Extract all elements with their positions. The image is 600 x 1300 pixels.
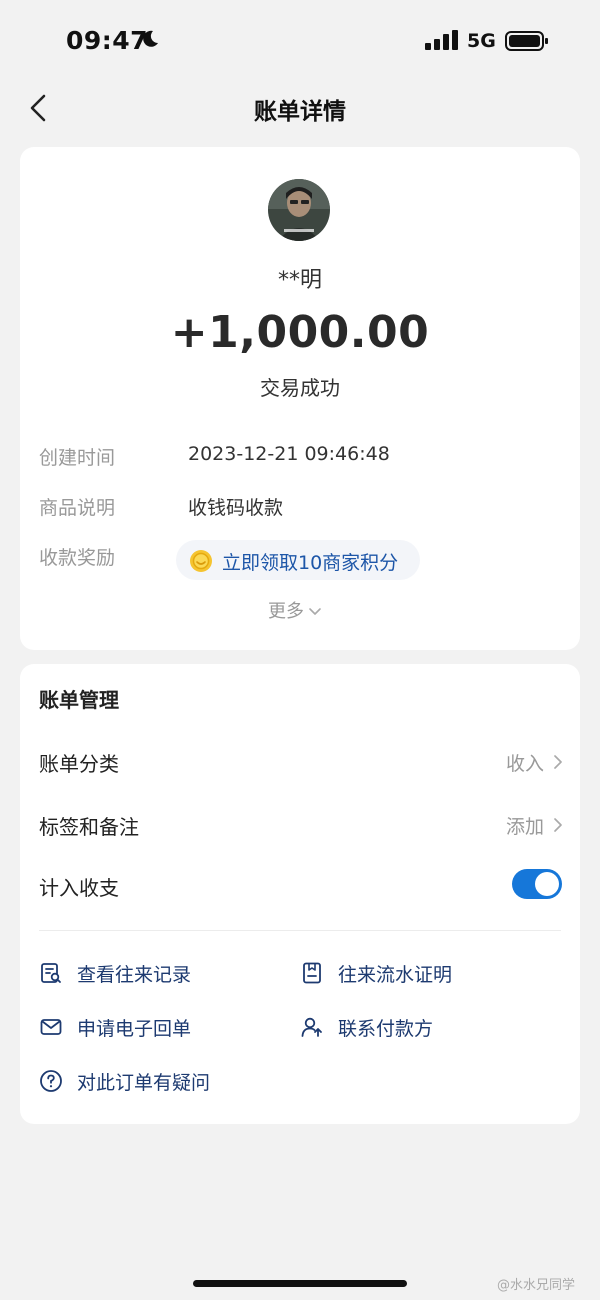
bill-category-value: 收入 [505,753,544,775]
contact-payer-label: 联系付款方 [338,1018,434,1040]
mail-icon [40,1019,62,1035]
tags-notes-value: 添加 [505,816,544,838]
status-time: 09:47 [66,26,149,55]
transaction-card: **明 +1,000.00 交易成功 创建时间 2023-12-21 09:46… [20,147,580,650]
include-in-budget-row: 计入收支 [20,860,580,910]
chevron-right-icon [554,818,562,832]
more-button[interactable]: 更多 [268,597,322,623]
e-receipt-label: 申请电子回单 [77,1018,192,1040]
avatar[interactable] [268,179,330,241]
coin-icon [190,550,212,572]
bill-category-label: 账单分类 [39,752,119,776]
order-question-label: 对此订单有疑问 [77,1072,211,1094]
bill-management-card: 账单管理 账单分类 收入 标签和备注 添加 计入收支 查看往来记录 往来流水证明 [20,664,580,1124]
created-time-label: 创建时间 [39,447,116,469]
contact-icon [301,1017,322,1037]
question-icon [40,1070,62,1092]
transaction-proof-label: 往来流水证明 [338,964,453,986]
nav-bar: 账单详情 [0,80,600,136]
tags-notes-row[interactable]: 标签和备注 添加 [20,799,580,849]
transaction-status: 交易成功 [260,376,340,400]
payer-name: **明 [277,268,322,293]
claim-points-label: 立即领取10商家积分 [222,552,399,574]
signal-icon [425,30,458,50]
status-bar: 09:47 5G [0,0,600,80]
watermark: @水水兄同学 [497,1278,576,1293]
divider [39,930,561,931]
avatar-image [268,179,330,241]
chevron-right-icon [554,755,562,769]
bill-category-row[interactable]: 账单分类 收入 [20,736,580,786]
include-in-budget-toggle[interactable] [512,869,562,899]
tags-notes-label: 标签和备注 [39,815,139,839]
created-time-value: 2023-12-21 09:46:48 [188,443,390,465]
network-type: 5G [467,30,496,52]
item-description-label: 商品说明 [39,497,116,519]
view-records-label: 查看往来记录 [77,964,192,986]
toggle-knob [535,872,559,896]
records-icon [41,963,61,983]
battery-icon [505,31,548,51]
chevron-down-icon [309,608,321,615]
include-in-budget-label: 计入收支 [39,876,119,900]
home-indicator[interactable] [193,1280,407,1287]
certificate-icon [303,962,321,984]
transaction-amount: +1,000.00 [170,307,430,358]
reward-label: 收款奖励 [39,547,116,569]
moon-icon [143,30,158,47]
section-title: 账单管理 [39,688,119,712]
item-description-value: 收钱码收款 [188,497,284,519]
more-label: 更多 [268,601,304,622]
page-title: 账单详情 [254,99,346,125]
claim-points-button[interactable]: 立即领取10商家积分 [176,540,420,580]
